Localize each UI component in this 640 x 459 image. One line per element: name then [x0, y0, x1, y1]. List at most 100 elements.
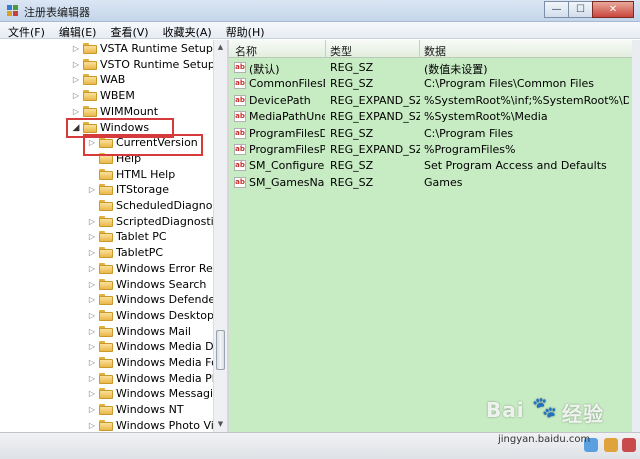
expand-arrow-icon[interactable]: ▷: [88, 405, 96, 415]
value-name-cell: SM_GamesNa...: [249, 175, 325, 189]
string-value-icon: ab: [234, 160, 246, 172]
expand-arrow-icon[interactable]: ▷: [88, 374, 96, 384]
expand-arrow-icon[interactable]: ▷: [88, 280, 96, 290]
tree-item[interactable]: ▷ ScriptedDiagnosticsP: [0, 214, 213, 230]
tree-item[interactable]: ▷ Windows Mail: [0, 324, 213, 340]
expand-arrow-icon[interactable]: ▷: [88, 342, 96, 352]
value-data-cell: C:\Program Files: [424, 126, 514, 140]
expand-arrow-icon[interactable]: ▷: [88, 185, 96, 195]
tree-item-label: Windows Media Device: [116, 340, 214, 354]
tree-item[interactable]: ▷ Windows Defender: [0, 292, 213, 308]
expand-arrow-icon[interactable]: ▷: [72, 75, 80, 85]
folder-icon: [83, 58, 97, 70]
tree-item[interactable]: ▷ Windows Desktop Searc: [0, 308, 213, 324]
tree-item[interactable]: ▷ Windows Search: [0, 277, 213, 293]
column-divider[interactable]: [325, 40, 326, 58]
window-title: 注册表编辑器: [24, 6, 90, 19]
scroll-thumb[interactable]: [216, 330, 225, 370]
expand-arrow-icon[interactable]: ▷: [88, 295, 96, 305]
scroll-down-arrow-icon[interactable]: ▼: [215, 418, 226, 431]
expand-arrow-icon[interactable]: ▷: [88, 232, 96, 242]
column-header-type[interactable]: 类型: [330, 43, 352, 59]
registry-key-tree[interactable]: ▷ VSTA Runtime Setup ▷ VSTO Runtime Setup ▷ W…: [0, 40, 214, 432]
value-row[interactable]: abMediaPathUne... REG_EXPAND_SZ %SystemRoo…: [229, 109, 632, 125]
folder-icon: [99, 341, 113, 353]
value-row[interactable]: ab (默认) REG_SZ (数值未设置): [229, 60, 632, 76]
folder-icon: [99, 404, 113, 416]
expand-arrow-icon[interactable]: ▷: [88, 358, 96, 368]
folder-icon: [99, 294, 113, 306]
expand-arrow-icon[interactable]: ▷: [88, 248, 96, 258]
tray-app-icon[interactable]: [604, 438, 618, 452]
column-header-name[interactable]: 名称: [235, 43, 257, 59]
value-name-cell: MediaPathUne...: [249, 110, 325, 124]
expand-arrow-icon[interactable]: ▷: [72, 107, 80, 117]
tree-item[interactable]: HTML Help: [0, 167, 213, 183]
value-row[interactable]: abProgramFilesP... REG_EXPAND_SZ %ProgramF…: [229, 142, 632, 158]
value-row[interactable]: abSM_GamesNa... REG_SZ Games: [229, 175, 632, 191]
value-row[interactable]: abProgramFilesDir REG_SZ C:\Program Files: [229, 126, 632, 142]
tree-item-label: Windows Desktop Searc: [116, 308, 214, 322]
tree-item[interactable]: ▷ Windows Media Device: [0, 339, 213, 355]
string-value-icon: ab: [234, 78, 246, 90]
value-name-cell: ProgramFilesP...: [249, 143, 325, 156]
menu-edit[interactable]: 编辑(E): [51, 22, 103, 39]
tree-item[interactable]: ▷ Windows Error Repo: [0, 261, 213, 277]
value-data-cell: %SystemRoot%\inf;%SystemRoot%\DRV: [424, 93, 629, 107]
folder-icon: [99, 215, 113, 227]
expand-arrow-icon[interactable]: ▷: [72, 44, 80, 54]
close-button[interactable]: ✕: [592, 1, 634, 18]
value-data-cell: Set Program Access and Defaults: [424, 159, 607, 173]
tree-item[interactable]: ▷ WBEM: [0, 88, 213, 104]
tree-item[interactable]: ▷ Windows NT: [0, 402, 213, 418]
value-type-cell: REG_SZ: [330, 77, 374, 91]
column-divider[interactable]: [419, 40, 420, 58]
tree-item[interactable]: ▷ VSTA Runtime Setup: [0, 41, 213, 57]
tree-item[interactable]: ▷ TabletPC: [0, 245, 213, 261]
column-header-data[interactable]: 数据: [424, 43, 446, 59]
tree-item[interactable]: ▷ Windows Media Player N: [0, 371, 213, 387]
menu-view[interactable]: 查看(V): [102, 22, 154, 39]
tree-item[interactable]: ▷ VSTO Runtime Setup: [0, 57, 213, 73]
tree-item[interactable]: ▷ Tablet PC: [0, 229, 213, 245]
menu-help[interactable]: 帮助(H): [218, 22, 271, 39]
expand-arrow-icon[interactable]: ▷: [88, 217, 96, 227]
title-bar[interactable]: 注册表编辑器 — ☐ ✕: [0, 0, 640, 22]
value-name-cell: CommonFilesDir: [249, 77, 325, 91]
tree-item-label: WIMMount: [100, 104, 159, 118]
expand-arrow-icon[interactable]: ▷: [88, 311, 96, 321]
value-row[interactable]: ab DevicePath REG_EXPAND_SZ %SystemRoot%\in…: [229, 93, 632, 109]
tree-item[interactable]: ▷ WAB: [0, 72, 213, 88]
value-row[interactable]: abCommonFilesDir REG_SZ C:\Program Files\C…: [229, 76, 632, 92]
value-name-cell: SM_Configure...: [249, 159, 325, 173]
value-row[interactable]: abSM_Configure... REG_SZ Set Program Acces…: [229, 158, 632, 174]
registry-values-list[interactable]: 名称 类型 数据 ab (默认) REG_SZ (数值未设置) ab CommonFile…: [229, 40, 632, 432]
tree-item[interactable]: ▷ Windows Photo Viewer: [0, 418, 213, 432]
expand-arrow-icon[interactable]: ▷: [88, 421, 96, 431]
tree-item[interactable]: ▷ Windows Media Founda: [0, 355, 213, 371]
tree-item[interactable]: ScheduledDiagnostic: [0, 198, 213, 214]
string-value-icon: ab: [234, 127, 246, 139]
expand-arrow-icon[interactable]: ▷: [88, 264, 96, 274]
maximize-button[interactable]: ☐: [568, 1, 593, 18]
scroll-up-arrow-icon[interactable]: ▲: [215, 41, 226, 54]
tree-item[interactable]: ▷ ITStorage: [0, 182, 213, 198]
tray-status-icon[interactable]: [622, 438, 636, 452]
minimize-button[interactable]: —: [544, 1, 569, 18]
menu-favorites[interactable]: 收藏夹(A): [155, 22, 218, 39]
tree-item-label: Windows Photo Viewer: [116, 418, 213, 432]
tray-language-icon[interactable]: [584, 438, 598, 452]
expand-arrow-icon[interactable]: ▷: [88, 327, 96, 337]
window-controls: — ☐ ✕: [544, 1, 634, 18]
value-type-cell: REG_SZ: [330, 61, 374, 74]
tree-scrollbar[interactable]: ▲ ▼: [213, 40, 227, 432]
window-edge: [632, 40, 640, 432]
expand-arrow-icon[interactable]: ▷: [72, 60, 80, 70]
menu-file[interactable]: 文件(F): [0, 22, 51, 39]
string-value-icon: ab: [234, 62, 246, 73]
folder-icon: [99, 184, 113, 196]
expand-arrow-icon[interactable]: ▷: [72, 91, 80, 101]
string-value-icon: ab: [234, 176, 246, 188]
tree-item[interactable]: ▷ Windows Messaging Su: [0, 386, 213, 402]
expand-arrow-icon[interactable]: ▷: [88, 389, 96, 399]
